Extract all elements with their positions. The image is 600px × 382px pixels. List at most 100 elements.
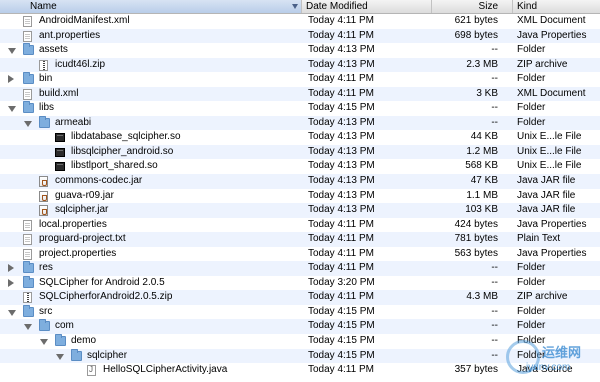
- file-date: Today 4:13 PM: [308, 58, 375, 70]
- file-name-cell: HelloSQLCipherActivity.java: [0, 363, 300, 378]
- disclosure-closed-icon[interactable]: [8, 75, 14, 84]
- file-date: Today 4:11 PM: [308, 262, 374, 274]
- watermark-url: iyunv.com: [526, 362, 571, 373]
- watermark-logo: 运维网 iyunv.com: [504, 336, 596, 380]
- file-row[interactable]: sqlcipher.jar Today 4:13 PM 103 KB Java JAR…: [0, 203, 600, 218]
- folder-icon: [23, 43, 34, 56]
- file-date: Today 4:13 PM: [308, 189, 375, 201]
- disclosure-open-icon[interactable]: [40, 339, 48, 346]
- file-date: Today 4:11 PM: [308, 247, 374, 259]
- file-row[interactable]: res Today 4:11 PM -- Folder: [0, 261, 600, 276]
- doc-icon: [23, 234, 32, 246]
- disclosure-closed-icon[interactable]: [8, 264, 14, 273]
- file-name-cell: libstlport_shared.so: [0, 159, 300, 174]
- file-kind: Java Properties: [517, 29, 587, 41]
- file-name: demo: [71, 335, 97, 347]
- file-row[interactable]: libs Today 4:15 PM -- Folder: [0, 101, 600, 116]
- file-row[interactable]: libsqlcipher_android.so Today 4:13 PM 1.2 …: [0, 144, 600, 160]
- file-name-cell: demo: [0, 334, 300, 349]
- file-list: AndroidManifest.xml Today 4:11 PM 621 byte…: [0, 14, 600, 378]
- column-header-name[interactable]: Name: [0, 0, 302, 13]
- folder-icon: [23, 275, 34, 288]
- file-row[interactable]: ant.properties Today 4:11 PM 698 bytes Java…: [0, 28, 600, 44]
- file-name: src: [39, 305, 53, 317]
- file-date: Today 4:15 PM: [308, 320, 375, 332]
- file-row[interactable]: bin Today 4:11 PM -- Folder: [0, 72, 600, 87]
- folder-icon: [55, 334, 66, 347]
- file-date: Today 4:13 PM: [308, 204, 375, 216]
- file-size: 781 bytes: [454, 233, 498, 245]
- column-header-kind[interactable]: Kind: [513, 0, 600, 13]
- file-date: Today 4:13 PM: [308, 160, 375, 172]
- file-name-cell: src: [0, 304, 300, 320]
- file-row[interactable]: libdatabase_sqlcipher.so Today 4:13 PM 44 …: [0, 130, 600, 145]
- disclosure-open-icon[interactable]: [24, 120, 32, 127]
- disclosure-open-icon[interactable]: [8, 106, 16, 113]
- file-row[interactable]: com Today 4:15 PM -- Folder: [0, 319, 600, 335]
- disclosure-open-icon[interactable]: [8, 309, 16, 316]
- file-name-cell: sqlcipher: [0, 348, 300, 364]
- column-header-date-modified[interactable]: Date Modified: [302, 0, 432, 13]
- file-row[interactable]: proguard-project.txt Today 4:11 PM 781 byt…: [0, 232, 600, 247]
- file-kind: Folder: [517, 276, 546, 288]
- file-name: sqlcipher.jar: [55, 204, 109, 216]
- file-size: 3 KB: [476, 87, 498, 99]
- folder-icon: [23, 304, 34, 317]
- file-name-cell: ant.properties: [0, 29, 300, 44]
- file-row[interactable]: guava-r09.jar Today 4:13 PM 1.1 MB Java JAR…: [0, 189, 600, 204]
- file-row[interactable]: AndroidManifest.xml Today 4:11 PM 621 byte…: [0, 14, 600, 29]
- file-name: ant.properties: [39, 29, 101, 41]
- jar-icon: [39, 176, 48, 188]
- file-name-cell: sqlcipher.jar: [0, 203, 300, 218]
- file-size: 1.1 MB: [466, 189, 498, 201]
- file-size: 568 KB: [465, 160, 498, 172]
- file-name-cell: bin: [0, 72, 300, 87]
- file-row[interactable]: libstlport_shared.so Today 4:13 PM 568 KB U…: [0, 159, 600, 174]
- file-name-cell: libs: [0, 101, 300, 116]
- file-size: --: [491, 320, 498, 332]
- file-name: com: [55, 320, 74, 332]
- file-row[interactable]: armeabi Today 4:13 PM -- Folder: [0, 115, 600, 131]
- folder-icon: [71, 348, 82, 361]
- file-date: Today 4:11 PM: [308, 218, 374, 230]
- file-name-cell: SQLCipherforAndroid2.0.5.zip: [0, 290, 300, 305]
- file-size: --: [491, 73, 498, 85]
- file-row[interactable]: assets Today 4:13 PM -- Folder: [0, 43, 600, 58]
- file-name-cell: commons-codec.jar: [0, 174, 300, 189]
- folder-icon: [23, 101, 34, 114]
- disclosure-closed-icon[interactable]: [8, 278, 14, 287]
- column-header-size[interactable]: Size: [432, 0, 513, 13]
- file-kind: Java JAR file: [517, 204, 576, 216]
- doc-icon: [23, 248, 32, 260]
- doc-icon: [23, 88, 32, 100]
- disclosure-open-icon[interactable]: [24, 324, 32, 331]
- disclosure-open-icon[interactable]: [56, 353, 64, 360]
- file-name: SQLCipher for Android 2.0.5: [39, 276, 165, 288]
- file-name-cell: AndroidManifest.xml: [0, 14, 300, 29]
- file-date: Today 4:11 PM: [308, 73, 374, 85]
- file-name: icudt46l.zip: [55, 58, 106, 70]
- file-name-cell: project.properties: [0, 247, 300, 262]
- file-row[interactable]: local.properties Today 4:11 PM 424 bytes Ja…: [0, 218, 600, 233]
- file-size: 424 bytes: [454, 218, 498, 230]
- file-kind: ZIP archive: [517, 58, 568, 70]
- column-header-bar: Name Date Modified Size Kind: [0, 0, 600, 14]
- file-row[interactable]: SQLCipherforAndroid2.0.5.zip Today 4:11 P…: [0, 290, 600, 305]
- file-kind: Folder: [517, 116, 546, 128]
- disclosure-open-icon[interactable]: [8, 48, 16, 55]
- zip-icon: [39, 59, 48, 71]
- file-row[interactable]: src Today 4:15 PM -- Folder: [0, 304, 600, 320]
- file-name: libstlport_shared.so: [71, 160, 158, 172]
- file-date: Today 4:11 PM: [308, 233, 374, 245]
- file-row[interactable]: commons-codec.jar Today 4:13 PM 47 KB Java …: [0, 174, 600, 189]
- file-row[interactable]: project.properties Today 4:11 PM 563 bytes…: [0, 247, 600, 262]
- folder-icon: [23, 261, 34, 274]
- file-date: Today 4:15 PM: [308, 102, 375, 114]
- file-row[interactable]: icudt46l.zip Today 4:13 PM 2.3 MB ZIP archi…: [0, 57, 600, 73]
- file-name: SQLCipherforAndroid2.0.5.zip: [39, 291, 173, 303]
- file-size: --: [491, 349, 498, 361]
- file-row[interactable]: SQLCipher for Android 2.0.5 Today 3:20 PM…: [0, 275, 600, 291]
- exec-icon: [55, 133, 65, 143]
- file-row[interactable]: build.xml Today 4:11 PM 3 KB XML Document: [0, 86, 600, 102]
- file-size: 103 KB: [465, 204, 498, 216]
